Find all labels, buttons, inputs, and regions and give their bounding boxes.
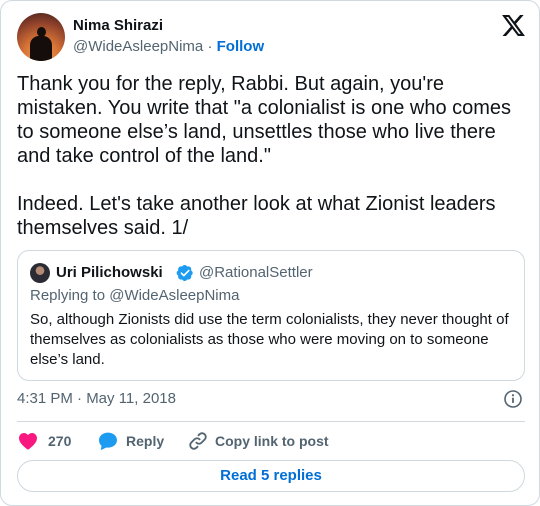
post-header: Nima Shirazi @WideAsleepNima · Follow bbox=[17, 13, 525, 61]
info-icon[interactable] bbox=[503, 389, 523, 409]
x-logo-icon[interactable] bbox=[502, 15, 525, 36]
quoted-author-avatar bbox=[30, 263, 50, 283]
author-avatar[interactable] bbox=[17, 13, 65, 61]
divider bbox=[17, 421, 525, 422]
read-replies-button[interactable]: Read 5 replies bbox=[17, 460, 525, 492]
post-text: Thank you for the reply, Rabbi. But agai… bbox=[17, 73, 512, 239]
avatar-silhouette-body bbox=[30, 36, 52, 61]
embedded-post-card: Nima Shirazi @WideAsleepNima · Follow Th… bbox=[0, 0, 540, 506]
like-button[interactable]: 270 bbox=[17, 429, 77, 453]
reply-button[interactable]: Reply bbox=[97, 429, 179, 453]
post-timestamp[interactable]: 4:31 PM · May 11, 2018 bbox=[17, 389, 176, 409]
speech-bubble-icon bbox=[99, 432, 117, 450]
action-bar: 270 Reply Copy link to post bbox=[17, 429, 525, 453]
reply-label: Reply bbox=[126, 433, 165, 449]
handle-separator: · bbox=[203, 38, 217, 55]
copy-link-button[interactable]: Copy link to post bbox=[187, 429, 347, 453]
verified-badge-icon bbox=[176, 264, 193, 282]
author-handle-row: @WideAsleepNima · Follow bbox=[73, 37, 264, 56]
quoted-post-text: So, although Zionists did use the term c… bbox=[30, 311, 509, 368]
heart-icon bbox=[19, 433, 37, 450]
follow-button[interactable]: Follow bbox=[217, 38, 265, 55]
link-icon bbox=[189, 432, 207, 450]
quoted-post[interactable]: Uri Pilichowski @RationalSettler Replyin… bbox=[17, 250, 525, 381]
author-name[interactable]: Nima Shirazi bbox=[73, 16, 163, 35]
like-count: 270 bbox=[48, 433, 72, 449]
copy-link-label: Copy link to post bbox=[215, 433, 329, 449]
quoted-author-handle: @RationalSettler bbox=[199, 264, 313, 281]
author-handle[interactable]: @WideAsleepNima bbox=[73, 38, 203, 55]
replying-to-line: Replying to @WideAsleepNima bbox=[30, 287, 240, 304]
quoted-author-name: Uri Pilichowski bbox=[56, 264, 163, 281]
